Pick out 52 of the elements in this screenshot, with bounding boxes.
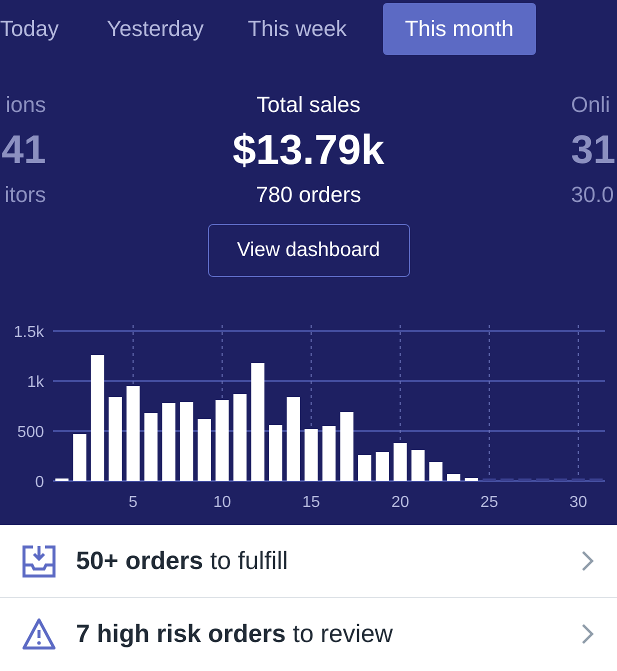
view-dashboard-button[interactable]: View dashboard	[208, 224, 410, 277]
chart-bar	[198, 419, 211, 481]
stat-caption: itors	[4, 181, 46, 209]
period-tab[interactable]: This week	[226, 3, 369, 55]
chart-bar	[322, 426, 336, 481]
stat-caption: 780 orders	[256, 181, 362, 209]
task-text: 50+ orders to fulfill	[76, 546, 289, 576]
axis-label: 30	[569, 494, 588, 511]
chart-bar	[536, 478, 550, 481]
chart-bar	[358, 455, 372, 481]
chart-bar	[572, 478, 585, 481]
chart-bar	[55, 478, 68, 481]
axis-label: 20	[391, 494, 410, 511]
axis-label: 5	[128, 494, 138, 511]
chart-bar	[394, 443, 407, 481]
axis-label: 1k	[27, 374, 44, 391]
chart-bar	[554, 478, 568, 481]
stat-caption: 30.0	[571, 181, 614, 209]
axis-label: 500	[17, 424, 44, 441]
axis-label: 25	[480, 494, 498, 511]
chart-bar	[144, 413, 158, 481]
chart-bar	[590, 478, 603, 481]
task-text: 7 high risk orders to review	[76, 620, 394, 648]
chart-bar	[429, 462, 442, 481]
period-tab[interactable]: This month	[382, 3, 536, 55]
chart-bar	[482, 478, 496, 481]
axis-label: 15	[302, 494, 320, 511]
stat-label: Total sales	[256, 91, 360, 119]
axis-label: 10	[213, 494, 232, 511]
chart-bar	[376, 452, 389, 481]
stat-value: 41	[2, 127, 46, 174]
stat-label: ions	[6, 91, 46, 119]
chart-bar	[518, 478, 532, 481]
inbox-download-icon	[22, 544, 56, 578]
chart-bar	[464, 478, 478, 481]
chart-bar	[73, 434, 86, 481]
chart-bar	[411, 450, 425, 481]
stat-value: $13.79k	[232, 125, 384, 175]
stat-value: 31	[571, 127, 616, 174]
chart-bar	[269, 425, 282, 481]
chart-bar	[447, 474, 460, 481]
chevron-right-icon	[581, 623, 595, 645]
stat-label: Onli	[571, 91, 610, 119]
axis-label: 0	[35, 474, 44, 491]
period-tab[interactable]: Yesterday	[84, 3, 226, 55]
chevron-right-icon	[581, 550, 595, 572]
warning-icon	[22, 618, 56, 650]
chart-bar	[304, 429, 318, 481]
period-tab[interactable]: Today	[0, 3, 85, 55]
chart-bar	[340, 412, 354, 481]
axis-label: 1.5k	[14, 324, 44, 341]
chart-bar	[500, 478, 514, 481]
